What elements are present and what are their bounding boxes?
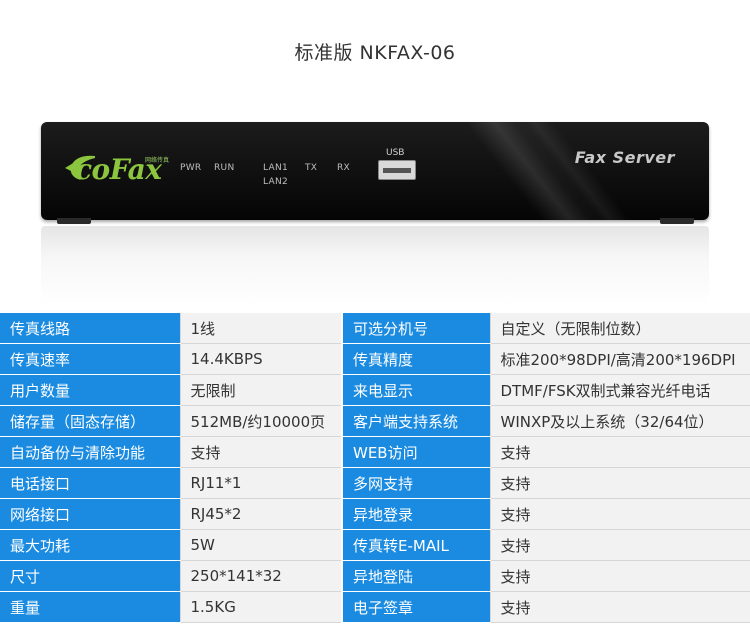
spec-key: 储存量（固态存储） bbox=[0, 405, 180, 437]
spec-table: 传真线路 1线 可选分机号 自定义（无限制位数） 传真速率 14.4KBPS 传… bbox=[0, 313, 750, 623]
spec-key: 尺寸 bbox=[0, 560, 180, 592]
table-row: 重量 1.5KG 电子签章 支持 bbox=[0, 591, 750, 623]
table-row: 最大功耗 5W 传真转E-MAIL 支持 bbox=[0, 529, 750, 561]
spec-value: 1.5KG bbox=[179, 591, 342, 623]
spec-key: 电话接口 bbox=[0, 467, 180, 499]
spec-value: RJ11*1 bbox=[179, 467, 342, 499]
spec-value: 自定义（无限制位数） bbox=[489, 313, 750, 344]
spec-value: 支持 bbox=[489, 591, 750, 623]
device-foot-right bbox=[660, 218, 694, 224]
spec-key: 异地登录 bbox=[341, 498, 490, 530]
spec-key: 重量 bbox=[0, 591, 180, 623]
table-row: 电话接口 RJ11*1 多网支持 支持 bbox=[0, 467, 750, 499]
spec-value: RJ45*2 bbox=[179, 498, 342, 530]
spec-key: 传真线路 bbox=[0, 313, 180, 344]
led-run-label: RUN bbox=[214, 163, 235, 173]
spec-value: 512MB/约10000页 bbox=[179, 405, 342, 437]
spec-value: 支持 bbox=[489, 436, 750, 468]
spec-key: 用户数量 bbox=[0, 374, 180, 406]
spec-value: 5W bbox=[179, 529, 342, 561]
spec-value: 支持 bbox=[489, 529, 750, 561]
table-row: 用户数量 无限制 来电显示 DTMF/FSK双制式兼容光纤电话 bbox=[0, 374, 750, 406]
spec-value: 1线 bbox=[179, 313, 342, 344]
led-tx-label: TX bbox=[305, 163, 318, 173]
spec-key: 传真速率 bbox=[0, 343, 180, 375]
spec-value: DTMF/FSK双制式兼容光纤电话 bbox=[489, 374, 750, 406]
spec-key: 网络接口 bbox=[0, 498, 180, 530]
table-row: 尺寸 250*141*32 异地登陆 支持 bbox=[0, 560, 750, 592]
led-rx-label: RX bbox=[337, 163, 351, 173]
spec-value: WINXP及以上系统（32/64位） bbox=[489, 405, 750, 437]
spec-table-body: 传真线路 1线 可选分机号 自定义（无限制位数） 传真速率 14.4KBPS 传… bbox=[0, 313, 750, 623]
spec-value: 支持 bbox=[489, 467, 750, 499]
device-reflection bbox=[41, 226, 709, 306]
spec-key: WEB访问 bbox=[341, 436, 490, 468]
spec-key: 多网支持 bbox=[341, 467, 490, 499]
spec-value: 标准200*98DPI/高清200*196DPI bbox=[489, 343, 750, 375]
spec-key: 传真精度 bbox=[341, 343, 490, 375]
device-foot-left bbox=[57, 218, 91, 224]
spec-key: 可选分机号 bbox=[341, 313, 490, 344]
usb-port-icon bbox=[378, 160, 416, 180]
table-row: 储存量（固态存储） 512MB/约10000页 客户端支持系统 WINXP及以上… bbox=[0, 405, 750, 437]
table-row: 自动备份与清除功能 支持 WEB访问 支持 bbox=[0, 436, 750, 468]
fax-server-device: coFax 网络传真 PWR RUN LAN1 LAN2 TX RX USB F… bbox=[41, 122, 709, 220]
table-row: 传真线路 1线 可选分机号 自定义（无限制位数） bbox=[0, 313, 750, 344]
spec-value: 支持 bbox=[489, 560, 750, 592]
led-lan2-label: LAN2 bbox=[263, 177, 289, 187]
spec-key: 来电显示 bbox=[341, 374, 490, 406]
spec-value: 支持 bbox=[179, 436, 342, 468]
spec-key: 电子签章 bbox=[341, 591, 490, 623]
spec-key: 异地登陆 bbox=[341, 560, 490, 592]
table-row: 传真速率 14.4KBPS 传真精度 标准200*98DPI/高清200*196… bbox=[0, 343, 750, 375]
spec-value: 无限制 bbox=[179, 374, 342, 406]
spec-value: 250*141*32 bbox=[179, 560, 342, 592]
led-pwr-label: PWR bbox=[180, 163, 202, 173]
spec-value: 14.4KBPS bbox=[179, 343, 342, 375]
table-row: 网络接口 RJ45*2 异地登录 支持 bbox=[0, 498, 750, 530]
spec-key: 最大功耗 bbox=[0, 529, 180, 561]
spec-value: 支持 bbox=[489, 498, 750, 530]
spec-key: 客户端支持系统 bbox=[341, 405, 490, 437]
spec-key: 传真转E-MAIL bbox=[341, 529, 490, 561]
led-lan1-label: LAN1 bbox=[263, 163, 289, 173]
fax-server-label: Fax Server bbox=[574, 148, 675, 167]
usb-label: USB bbox=[386, 148, 405, 158]
page-title: 标准版 NKFAX-06 bbox=[294, 42, 456, 64]
logo-subtitle: 网络传真 bbox=[145, 157, 170, 164]
spec-key: 自动备份与清除功能 bbox=[0, 436, 180, 468]
